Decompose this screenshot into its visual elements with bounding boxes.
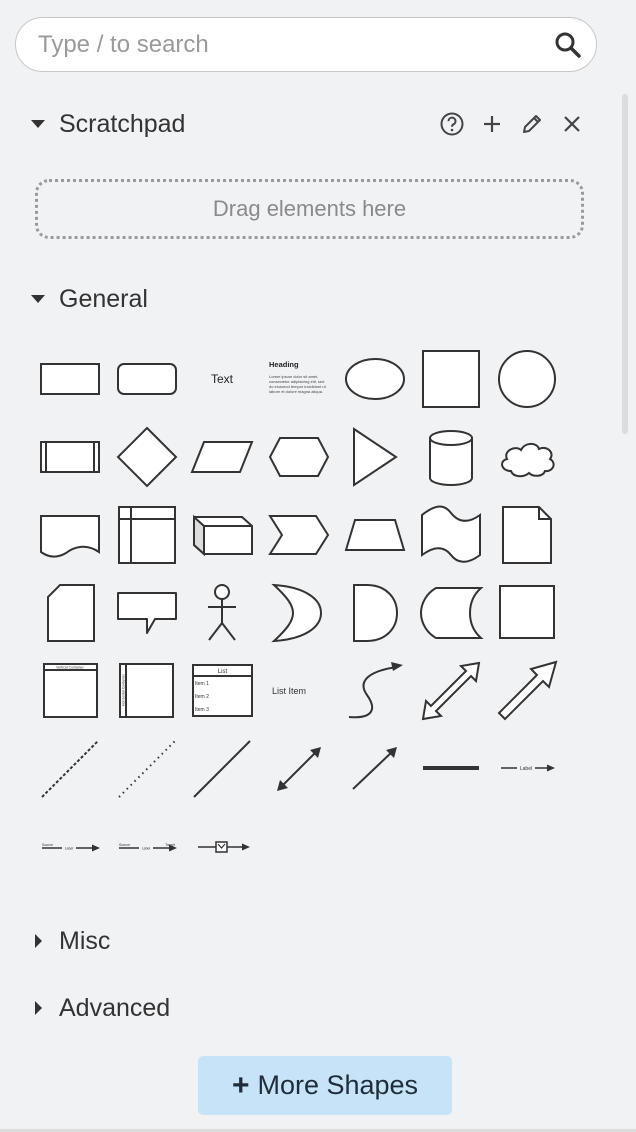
- textbox-heading: Heading: [269, 360, 299, 369]
- shape-circle[interactable]: [495, 347, 559, 411]
- shape-tape[interactable]: [419, 503, 483, 567]
- shape-connector-with-2-labels[interactable]: Source Label: [38, 815, 102, 879]
- shape-list-item[interactable]: List Item: [267, 659, 331, 723]
- shape-data-storage[interactable]: [419, 581, 484, 645]
- shape-connector-with-label[interactable]: Label: [495, 737, 559, 801]
- scratchpad-header[interactable]: Scratchpad: [30, 106, 185, 142]
- shape-text-label: Text: [211, 372, 234, 386]
- shape-link[interactable]: [419, 737, 483, 801]
- misc-title: Misc: [59, 926, 111, 955]
- shape-hexagon[interactable]: [267, 425, 331, 489]
- shape-process[interactable]: [38, 425, 102, 489]
- shape-textbox[interactable]: Heading Lorem ipsum dolor sit amet, cons…: [267, 347, 331, 411]
- general-title: General: [59, 284, 148, 313]
- list-item-label: Item 2: [195, 694, 209, 700]
- connector-label: Label: [65, 847, 74, 851]
- shape-bidirectional-connector[interactable]: [267, 737, 331, 801]
- scratchpad-title: Scratchpad: [59, 109, 186, 138]
- shape-ellipse[interactable]: [343, 347, 407, 411]
- shape-vertical-container[interactable]: Vertical Container: [38, 659, 102, 723]
- scrollbar-thumb[interactable]: [622, 94, 628, 434]
- vertical-container-label: Vertical Container: [56, 666, 84, 670]
- source-label: Source: [42, 843, 53, 847]
- shape-note[interactable]: [495, 503, 559, 567]
- caret-down-icon: [31, 295, 45, 303]
- shape-document[interactable]: [38, 503, 102, 567]
- edit-icon[interactable]: [518, 110, 546, 138]
- shape-cube[interactable]: [190, 503, 254, 567]
- shape-rectangle[interactable]: [38, 347, 102, 411]
- target-label: Target: [165, 843, 175, 847]
- general-header[interactable]: General: [30, 281, 148, 317]
- shape-card[interactable]: [38, 581, 102, 645]
- shape-text[interactable]: Text: [190, 347, 254, 411]
- advanced-header[interactable]: Advanced: [30, 990, 170, 1026]
- misc-header[interactable]: Misc: [30, 923, 110, 959]
- plus-icon: +: [231, 1068, 250, 1102]
- help-icon[interactable]: [438, 110, 466, 138]
- list-item-text: List Item: [272, 686, 306, 696]
- add-icon[interactable]: [478, 110, 506, 138]
- shape-container-square[interactable]: [495, 581, 559, 645]
- shape-cylinder[interactable]: [419, 425, 483, 489]
- list-item-label: Item 1: [195, 681, 209, 687]
- shape-arrow[interactable]: [495, 659, 559, 723]
- close-icon[interactable]: [558, 110, 586, 138]
- shape-internal-storage[interactable]: [115, 503, 179, 567]
- shape-bidirectional-arrow[interactable]: [419, 659, 483, 723]
- dropzone-text: Drag elements here: [212, 196, 407, 221]
- search-box[interactable]: [15, 17, 597, 72]
- shape-triangle[interactable]: [343, 425, 407, 489]
- shape-connector-with-symbol[interactable]: [190, 815, 254, 879]
- caret-right-icon: [35, 934, 42, 948]
- search-input[interactable]: [36, 27, 540, 63]
- list-header: List: [218, 669, 228, 675]
- connector-label: Label: [520, 766, 532, 772]
- caret-down-icon: [31, 120, 45, 128]
- shape-curve[interactable]: [343, 659, 407, 723]
- shape-and[interactable]: [343, 581, 407, 645]
- more-shapes-label: More Shapes: [257, 1070, 419, 1100]
- shape-list[interactable]: List Item 1 Item 2 Item 3: [190, 659, 254, 723]
- shape-cloud[interactable]: [495, 425, 559, 489]
- shape-horizontal-container[interactable]: Horizontal Container: [115, 659, 179, 723]
- shape-dotted-line[interactable]: [115, 737, 179, 801]
- scratchpad-actions: [438, 110, 598, 138]
- shape-step[interactable]: [267, 503, 331, 567]
- shape-actor[interactable]: [190, 581, 254, 645]
- more-shapes-button[interactable]: + More Shapes: [198, 1056, 452, 1115]
- scratchpad-dropzone[interactable]: Drag elements here: [35, 179, 584, 239]
- horizontal-container-label: Horizontal Container: [122, 673, 126, 706]
- shape-rounded-rectangle[interactable]: [115, 347, 179, 411]
- shape-diamond[interactable]: [115, 425, 179, 489]
- shape-callout[interactable]: [115, 581, 179, 645]
- list-item-label: Item 3: [195, 707, 209, 713]
- shape-trapezoid[interactable]: [343, 503, 407, 567]
- shape-connector-with-3-labels[interactable]: Source Target Label: [115, 815, 179, 879]
- caret-right-icon: [35, 1001, 42, 1015]
- advanced-title: Advanced: [59, 993, 171, 1022]
- shape-line[interactable]: [190, 737, 254, 801]
- shape-or[interactable]: [267, 581, 331, 645]
- connector-label: Label: [142, 847, 151, 851]
- shape-square[interactable]: [419, 347, 483, 411]
- shape-parallelogram[interactable]: [190, 425, 254, 489]
- textbox-line: labore et dolore magna aliqua.: [269, 389, 323, 394]
- search-icon[interactable]: [554, 31, 582, 59]
- shape-dashed-line[interactable]: [38, 737, 102, 801]
- shape-directional-connector[interactable]: [343, 737, 407, 801]
- source-label: Source: [119, 843, 130, 847]
